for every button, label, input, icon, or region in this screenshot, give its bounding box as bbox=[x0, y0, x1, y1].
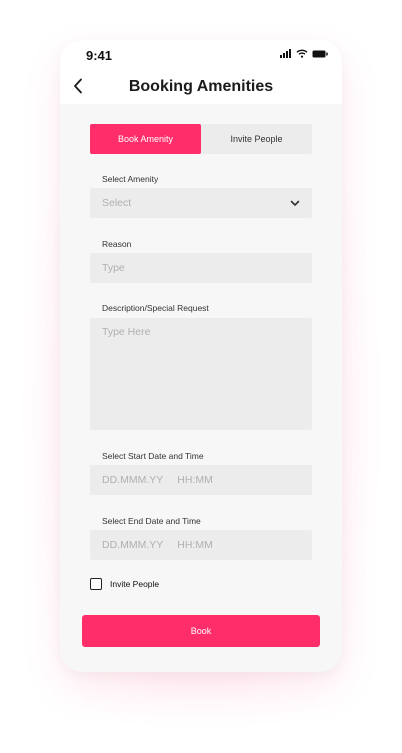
reason-label: Reason bbox=[102, 239, 132, 249]
invite-people-checkbox[interactable] bbox=[90, 578, 102, 590]
description-label: Description/Special Request bbox=[102, 303, 209, 313]
status-time: 9:41 bbox=[86, 48, 113, 63]
top-bar: 9:41 Booking Amenities bbox=[60, 40, 342, 104]
description-textarea[interactable] bbox=[102, 326, 300, 422]
tab-invite-people[interactable]: Invite People bbox=[201, 124, 312, 154]
start-date-placeholder: DD.MMM.YY bbox=[102, 474, 164, 486]
battery-icon bbox=[312, 50, 328, 57]
start-time-placeholder: HH:MM bbox=[177, 474, 213, 486]
end-time-placeholder: HH:MM bbox=[177, 539, 213, 551]
end-date-placeholder: DD.MMM.YY bbox=[102, 539, 164, 551]
start-datetime-label: Select Start Date and Time bbox=[102, 451, 204, 461]
tab-book-amenity[interactable]: Book Amenity bbox=[90, 124, 201, 154]
description-field bbox=[90, 318, 312, 430]
status-icons bbox=[280, 49, 328, 58]
start-datetime-field[interactable]: DD.MMM.YY HH:MM bbox=[90, 465, 312, 495]
invite-people-checkbox-row[interactable]: Invite People bbox=[90, 578, 159, 590]
invite-people-checkbox-label: Invite People bbox=[110, 579, 160, 589]
phone-screen: 9:41 Booking Amenities Book Amenity Invi… bbox=[60, 40, 342, 672]
amenity-select-value: Select bbox=[102, 197, 132, 209]
amenity-select[interactable]: Select bbox=[90, 188, 312, 218]
select-amenity-label: Select Amenity bbox=[102, 174, 159, 184]
end-datetime-label: Select End Date and Time bbox=[102, 516, 201, 526]
page-title: Booking Amenities bbox=[128, 78, 274, 95]
reason-field bbox=[90, 253, 312, 283]
chevron-down-icon bbox=[290, 200, 300, 206]
book-button[interactable]: Book bbox=[82, 615, 320, 647]
end-datetime-field[interactable]: DD.MMM.YY HH:MM bbox=[90, 530, 312, 560]
segmented-tabs: Book Amenity Invite People bbox=[90, 124, 312, 154]
signal-icon bbox=[280, 49, 291, 58]
reason-input[interactable] bbox=[102, 262, 300, 274]
wifi-icon bbox=[296, 49, 308, 58]
